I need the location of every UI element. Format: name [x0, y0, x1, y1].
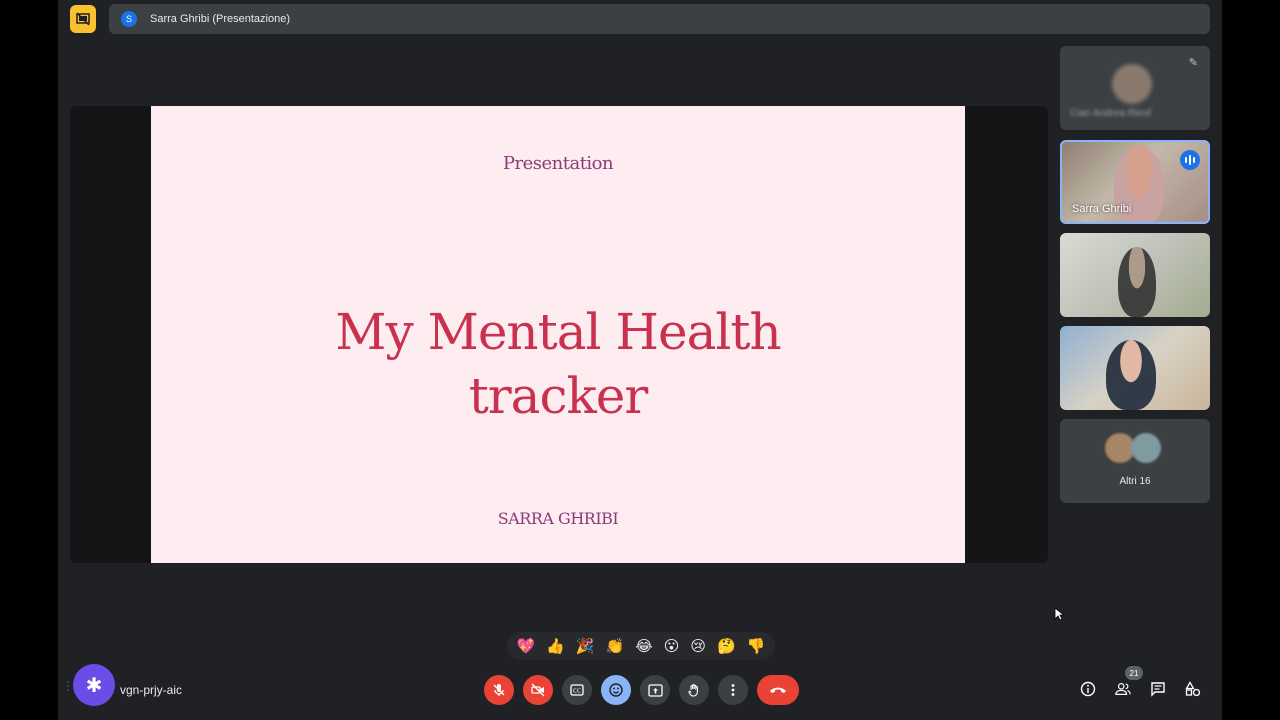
chat-icon [1151, 682, 1165, 697]
others-label: Altri 16 [1119, 476, 1151, 487]
people-button[interactable] [1115, 680, 1131, 698]
reactions-bar: 💖 👍 🎉 👏 😂 😮 😢 🤔 👎 [507, 632, 775, 660]
reaction-party[interactable]: 🎉 [576, 639, 595, 654]
slide-title-line-1: My Mental Health [335, 303, 781, 361]
present-icon [647, 683, 663, 697]
side-panel-buttons [1080, 680, 1201, 698]
participant-tile[interactable] [1060, 233, 1210, 317]
present-screen-button[interactable] [640, 675, 670, 705]
meet-stage: S Sarra Ghribi (Presentazione) Presentat… [58, 0, 1222, 720]
meeting-info-button[interactable] [1080, 680, 1096, 698]
speaking-indicator-icon [1180, 150, 1200, 170]
captions-button[interactable]: CC [562, 675, 592, 705]
hang-up-icon [770, 687, 786, 693]
reaction-thinking[interactable]: 🤔 [717, 639, 736, 654]
slide-title-line-2: tracker [468, 367, 649, 425]
presentation-off-icon[interactable] [70, 5, 96, 33]
hand-icon [688, 684, 698, 697]
meeting-code: vgn-prjy-aic [120, 683, 183, 697]
participant-name: Sarra Ghribi [1072, 203, 1132, 215]
participant-tile-active-speaker[interactable]: Sarra Ghribi [1060, 140, 1210, 224]
app-launcher-button[interactable]: ✱ [73, 664, 115, 706]
slide-author: SARRA GHRIBI [497, 509, 619, 528]
activities-button[interactable] [1185, 680, 1201, 698]
reactions-button[interactable] [601, 675, 631, 705]
info-icon [1080, 681, 1096, 697]
participant-avatar [1112, 64, 1152, 104]
more-vert-icon [731, 684, 735, 696]
more-options-button[interactable] [718, 675, 748, 705]
slide-kicker: Presentation [502, 153, 614, 174]
sparkle-icon: ✱ [85, 674, 103, 697]
leave-call-button[interactable] [757, 675, 799, 705]
participant-tile[interactable]: Cian Andrea Rieof ✎ [1060, 46, 1210, 130]
chat-button[interactable] [1150, 680, 1166, 698]
people-icon [1115, 683, 1131, 695]
others-tile[interactable]: Altri 16 [1060, 419, 1210, 503]
participant-video [1106, 340, 1156, 410]
participant-name: Cian Andrea Rieof [1070, 108, 1152, 119]
presenter-banner: S Sarra Ghribi (Presentazione) [109, 4, 1210, 34]
others-avatars [1105, 433, 1165, 463]
call-controls: CC [484, 675, 799, 705]
captions-icon: CC [570, 684, 584, 696]
mic-off-icon: ✎ [1188, 57, 1198, 69]
raise-hand-button[interactable] [679, 675, 709, 705]
participant-tile[interactable] [1060, 326, 1210, 410]
svg-text:CC: CC [573, 689, 581, 695]
shapes-icon [1185, 681, 1201, 697]
reaction-surprised[interactable]: 😮 [664, 639, 680, 654]
presenter-label: Sarra Ghribi (Presentazione) [150, 13, 291, 25]
participant-video [1118, 247, 1156, 317]
slide-title: My Mental Health tracker [151, 300, 965, 428]
reaction-thumbs-down[interactable]: 👎 [747, 639, 766, 654]
reaction-clap[interactable]: 👏 [606, 639, 625, 654]
avatar [1131, 433, 1161, 463]
microphone-toggle-button[interactable] [484, 675, 514, 705]
camera-off-icon [531, 683, 545, 697]
presentation-slide: Presentation My Mental Health tracker SA… [151, 106, 965, 563]
mouse-cursor-icon [1054, 607, 1064, 621]
mic-off-icon [493, 684, 505, 696]
camera-toggle-button[interactable] [523, 675, 553, 705]
emoji-icon [609, 683, 623, 697]
reaction-thumbs-up[interactable]: 👍 [546, 639, 565, 654]
reaction-laugh[interactable]: 😂 [635, 639, 653, 654]
reaction-heart[interactable]: 💖 [517, 639, 536, 654]
people-count-badge: 21 [1125, 666, 1143, 680]
reaction-sad[interactable]: 😢 [690, 639, 706, 654]
presenter-avatar: S [121, 11, 137, 27]
